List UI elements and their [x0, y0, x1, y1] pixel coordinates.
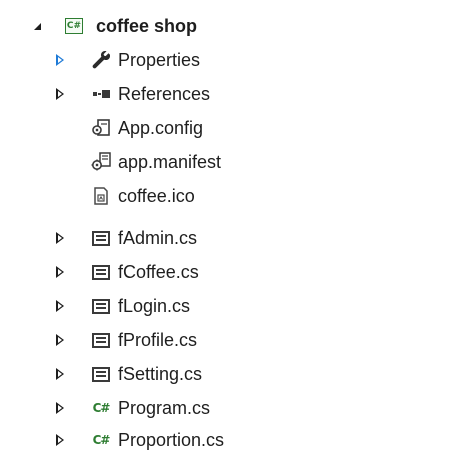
tree-node-project[interactable]: C# coffee shop: [0, 9, 472, 43]
tree-item-label: fAdmin.cs: [118, 228, 198, 248]
tree-item-label: Properties: [118, 50, 201, 70]
tree-item-label: app.manifest: [118, 152, 222, 172]
tree-item-label: fSetting.cs: [118, 364, 203, 384]
tree-item-label: App.config: [118, 118, 204, 138]
manifest-file-icon: [91, 152, 111, 172]
form-file-icon: [91, 296, 111, 316]
tree-node-fadmin[interactable]: fAdmin.cs: [0, 221, 472, 255]
collapse-arrow-icon[interactable]: [53, 299, 67, 313]
tree-node-app-config[interactable]: App.config: [0, 111, 472, 145]
collapse-arrow-icon[interactable]: [53, 333, 67, 347]
collapse-arrow-icon[interactable]: [53, 433, 67, 447]
tree-node-fsetting[interactable]: fSetting.cs: [0, 357, 472, 391]
expand-arrow-icon[interactable]: [30, 19, 44, 33]
csharp-file-icon: C#: [92, 433, 111, 447]
tree-node-references[interactable]: References: [0, 77, 472, 111]
form-file-icon: [91, 330, 111, 350]
collapse-arrow-icon[interactable]: [53, 53, 67, 67]
tree-node-coffee-ico[interactable]: coffee.ico: [0, 179, 472, 213]
collapse-arrow-icon[interactable]: [53, 401, 67, 415]
tree-item-label: fProfile.cs: [118, 330, 198, 350]
tree-node-fprofile[interactable]: fProfile.cs: [0, 323, 472, 357]
tree-node-program[interactable]: C# Program.cs: [0, 391, 472, 425]
form-file-icon: [91, 364, 111, 384]
collapse-arrow-icon[interactable]: [53, 367, 67, 381]
collapse-arrow-icon[interactable]: [53, 265, 67, 279]
references-icon: [91, 84, 111, 104]
collapse-arrow-icon[interactable]: [53, 231, 67, 245]
tree-item-label: fLogin.cs: [118, 296, 191, 316]
ico-file-icon: [91, 186, 111, 206]
tree-item-label: Proportion.cs: [118, 430, 225, 450]
csharp-project-icon: C#: [64, 16, 84, 36]
tree-item-label: Program.cs: [118, 398, 211, 418]
csharp-file-icon: C#: [92, 401, 111, 415]
tree-node-proportion[interactable]: C# Proportion.cs: [0, 423, 472, 457]
tree-item-label: References: [118, 84, 211, 104]
config-file-icon: [91, 118, 111, 138]
tree-node-properties[interactable]: Properties: [0, 43, 472, 77]
solution-explorer-tree: C# coffee shop Properties References App…: [0, 0, 472, 457]
tree-node-app-manifest[interactable]: app.manifest: [0, 145, 472, 179]
tree-item-label: fCoffee.cs: [118, 262, 199, 282]
collapse-arrow-icon[interactable]: [53, 87, 67, 101]
project-name: coffee shop: [96, 16, 198, 36]
tree-node-flogin[interactable]: fLogin.cs: [0, 289, 472, 323]
tree-node-fcoffee[interactable]: fCoffee.cs: [0, 255, 472, 289]
form-file-icon: [91, 228, 111, 248]
form-file-icon: [91, 262, 111, 282]
wrench-icon: [91, 50, 111, 70]
tree-item-label: coffee.ico: [118, 186, 195, 206]
